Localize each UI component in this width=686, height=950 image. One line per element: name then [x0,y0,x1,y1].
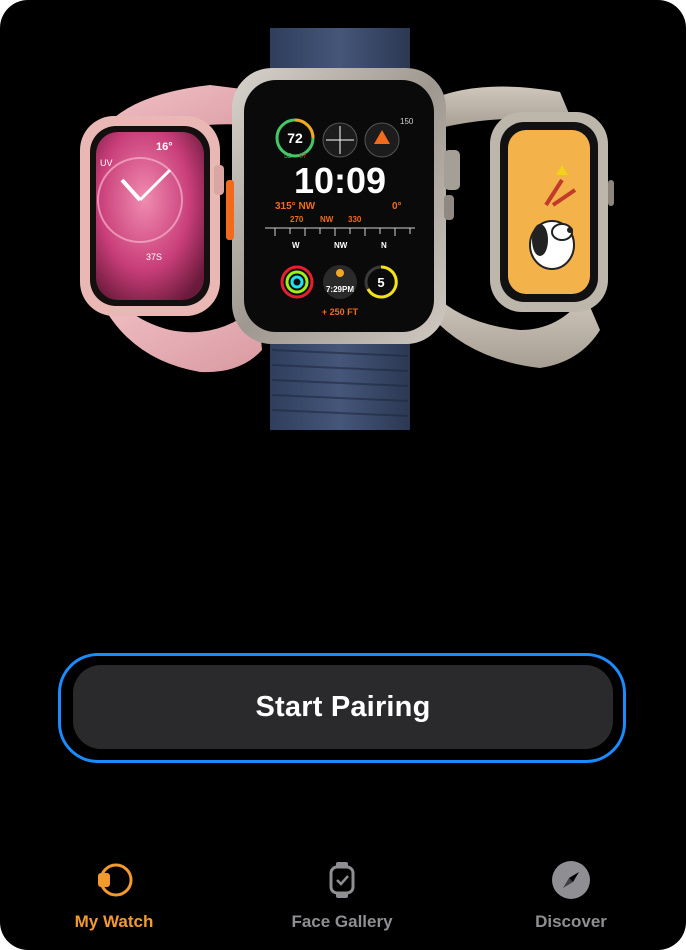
ring-value: 5 [377,275,384,290]
heart-sub-2: 87 [299,153,307,160]
compass-val-3: 330 [348,215,362,224]
tab-label: My Watch [74,912,154,931]
left-temp: 16° [156,141,173,153]
start-pairing-button[interactable]: Start Pairing [73,665,613,749]
compass-letter-w: W [292,241,300,250]
compass-letter-nw: NW [334,241,348,250]
compass-icon [549,858,593,902]
tab-bar: My Watch Face Gallery Discover [0,850,686,950]
bezel-value: 150 [400,117,414,126]
watch-time: 10:09 [294,160,386,201]
compass-val-2: NW [320,215,334,224]
sun-time: 7:29PM [326,285,354,294]
left-uv: UV [100,158,113,168]
tab-discover[interactable]: Discover [486,858,656,938]
watch-heading: 315° NW [275,201,316,212]
hero-watches-image: 16° UV 37S 72 150 10:09 315° NW 0° 270 N… [0,0,686,430]
center-watch: 72 150 10:09 315° NW 0° 270 NW 330 W NW … [226,28,460,430]
tab-label: Face Gallery [291,912,393,931]
tab-face-gallery[interactable]: Face Gallery [257,858,427,938]
tab-my-watch[interactable]: My Watch [29,858,199,938]
compass-val-1: 270 [290,215,304,224]
watch-red-heading: 0° [392,201,402,212]
elevation: + 250 FT [322,307,359,317]
watch-side-icon [92,858,136,902]
right-watch [430,86,614,368]
heart-sub-1: 52 [284,153,292,160]
compass-letter-n: N [381,241,387,250]
watch-face-icon [320,858,364,902]
tab-label: Discover [535,912,607,931]
left-sub: 37S [146,252,162,262]
app-screen: 16° UV 37S 72 150 10:09 315° NW 0° 270 N… [0,0,686,950]
heart-value: 72 [287,130,303,146]
